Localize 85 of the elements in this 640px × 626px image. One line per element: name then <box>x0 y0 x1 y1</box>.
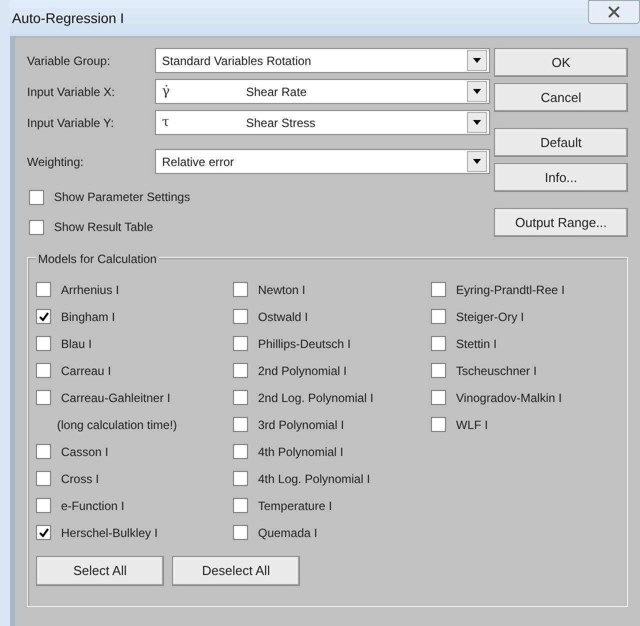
caret-icon <box>473 89 481 94</box>
symbol: τ <box>162 114 170 132</box>
field-label: Input Variable Y: <box>27 114 115 132</box>
checkbox[interactable] <box>233 525 248 540</box>
dropdown-value: Shear Rate <box>246 84 308 100</box>
option-label: Show Parameter Settings <box>54 189 190 206</box>
window-title: Auto-Regression I <box>11 8 124 28</box>
model-label: WLF I <box>456 416 488 434</box>
checkbox[interactable] <box>36 471 51 486</box>
checkbox[interactable] <box>233 336 248 351</box>
field-label: Input Variable X: <box>27 84 116 100</box>
checkbox[interactable] <box>233 282 248 297</box>
caret-icon <box>473 120 481 125</box>
checkbox[interactable] <box>36 498 51 513</box>
dropdown[interactable]: Relative error <box>155 149 490 174</box>
checkbox[interactable] <box>233 444 248 459</box>
model-label: Casson I <box>61 444 108 460</box>
checkbox[interactable] <box>36 525 51 540</box>
checkbox[interactable] <box>431 390 446 405</box>
model-label: Stettin I <box>456 336 497 352</box>
caret-icon <box>473 58 481 63</box>
checkbox[interactable] <box>431 336 446 351</box>
dialog-button[interactable]: Output Range... <box>494 208 628 237</box>
checkmark-icon <box>38 312 48 322</box>
model-label: Temperature I <box>258 498 332 514</box>
model-label: Phillips-Deutsch I <box>258 336 351 352</box>
close-button[interactable] <box>588 0 640 24</box>
model-label: Arrhenius I <box>61 282 120 298</box>
checkbox[interactable] <box>36 282 51 297</box>
model-label: Cross I <box>61 470 100 488</box>
checkbox[interactable] <box>29 190 44 204</box>
symbol: γ̇ <box>162 82 171 101</box>
field-label: Variable Group: <box>27 52 112 70</box>
caret-icon <box>473 159 481 164</box>
dropdown[interactable]: τ Shear Stress <box>155 110 490 135</box>
checkbox[interactable] <box>233 498 248 513</box>
checkbox[interactable] <box>233 417 248 432</box>
checkbox[interactable] <box>36 444 51 459</box>
model-label: Quemada I <box>258 524 318 542</box>
dialog-button[interactable]: OK <box>494 48 628 77</box>
model-label: Ostwald I <box>258 308 308 326</box>
dropdown-value: Standard Variables Rotation <box>162 52 312 70</box>
checkbox[interactable] <box>36 363 51 378</box>
checkbox[interactable] <box>233 363 248 378</box>
checkbox[interactable] <box>431 282 446 297</box>
dropdown-value: Relative error <box>162 154 236 170</box>
dropdown[interactable]: Standard Variables Rotation <box>155 48 490 73</box>
close-icon <box>608 6 620 18</box>
dialog-button[interactable]: Info... <box>494 163 628 192</box>
model-label: Bingham I <box>61 308 116 326</box>
dialog-button[interactable]: Cancel <box>494 83 628 112</box>
model-label: Newton I <box>258 282 306 298</box>
dropdown[interactable]: γ̇ Shear Rate <box>155 79 490 104</box>
model-label: Blau I <box>61 336 92 352</box>
model-label: 4th Log. Polynomial I <box>258 470 370 488</box>
note-text: (long calculation time!) <box>57 416 178 434</box>
checkbox[interactable] <box>36 309 51 324</box>
checkmark-icon <box>38 528 48 538</box>
model-label: Herschel-Bulkley I <box>61 524 158 542</box>
checkbox[interactable] <box>36 336 51 351</box>
dialog-button[interactable]: Deselect All <box>172 556 300 586</box>
option-label: Show Result Table <box>54 219 154 236</box>
model-label: 3rd Polynomial I <box>258 416 344 434</box>
model-label: 4th Polynomial I <box>258 444 344 460</box>
model-label: Eyring-Prandtl-Ree I <box>456 282 565 298</box>
checkbox[interactable] <box>233 390 248 405</box>
model-label: Tscheuschner I <box>456 362 537 380</box>
dialog-button[interactable]: Select All <box>36 556 164 586</box>
model-label: 2nd Polynomial I <box>258 362 347 380</box>
checkbox[interactable] <box>233 471 248 486</box>
checkbox[interactable] <box>431 309 446 324</box>
model-label: Carreau-Gahleitner I <box>61 390 170 406</box>
checkbox[interactable] <box>36 390 51 405</box>
model-label: Steiger-Ory I <box>456 308 524 326</box>
model-label: e-Function I <box>61 498 124 514</box>
dialog-button[interactable]: Default <box>494 128 628 157</box>
model-label: Carreau I <box>61 362 112 380</box>
model-label: 2nd Log. Polynomial I <box>258 390 374 406</box>
checkbox[interactable] <box>431 417 446 432</box>
checkbox[interactable] <box>29 220 44 234</box>
field-label: Weighting: <box>27 154 84 170</box>
dropdown-value: Shear Stress <box>246 114 316 132</box>
checkbox[interactable] <box>431 363 446 378</box>
checkbox[interactable] <box>233 309 248 324</box>
model-label: Vinogradov-Malkin I <box>456 390 562 406</box>
